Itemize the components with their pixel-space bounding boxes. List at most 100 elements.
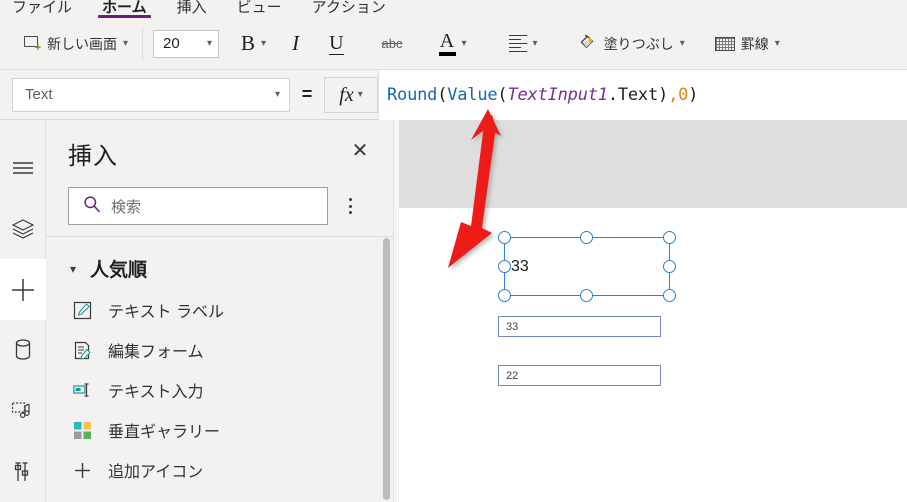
ribbon-group-screen: + 新しい画面 ▾ bbox=[0, 18, 136, 69]
add-icon bbox=[72, 460, 92, 480]
border-label: 罫線 bbox=[740, 35, 769, 52]
italic-button[interactable]: I bbox=[284, 28, 307, 60]
paint-bucket-icon bbox=[578, 32, 598, 55]
fill-label: 塗りつぶし bbox=[603, 35, 674, 52]
powerapps-studio-window: ファイル ホーム 挿入 ビュー アクション + 新しい画面 ▾ 20 ▾ B ▾… bbox=[0, 0, 907, 502]
resize-handle-middle-right[interactable] bbox=[663, 259, 676, 273]
font-size-value: 20 bbox=[163, 35, 180, 52]
text-input-2-value: 22 bbox=[506, 369, 519, 382]
search-input[interactable]: 検索 bbox=[68, 187, 328, 225]
canvas-top-band bbox=[394, 120, 907, 208]
rail-item-hamburger-menu[interactable] bbox=[0, 138, 46, 199]
ribbon-tab-strip: ファイル ホーム 挿入 ビュー アクション bbox=[0, 0, 907, 18]
rail-item-media[interactable] bbox=[0, 381, 46, 442]
formula-token-paren2: ( bbox=[497, 84, 508, 105]
hamburger-menu-icon bbox=[12, 161, 34, 175]
list-item-text-input[interactable]: テキスト入力 bbox=[46, 370, 393, 410]
bold-button[interactable]: B ▾ bbox=[233, 28, 274, 60]
underline-button[interactable]: U bbox=[321, 28, 351, 60]
list-item-edit-form[interactable]: 編集フォーム bbox=[46, 330, 393, 370]
resize-handle-middle-left[interactable] bbox=[498, 259, 511, 273]
formula-bar: Text ▾ = fx ▾ Round(Value(TextInput1 .Tex… bbox=[0, 69, 907, 120]
chevron-down-icon: ▾ bbox=[532, 37, 538, 49]
close-icon[interactable]: ✕ bbox=[349, 140, 371, 162]
more-options-icon[interactable] bbox=[332, 187, 368, 225]
plus-icon bbox=[10, 277, 36, 303]
resize-handle-bottom-center[interactable] bbox=[580, 289, 593, 302]
chevron-down-icon: ▾ bbox=[679, 37, 685, 49]
chevron-down-icon: ▾ bbox=[123, 37, 129, 49]
chevron-down-icon: ▾ bbox=[357, 88, 363, 100]
ribbon-separator bbox=[142, 26, 144, 61]
new-screen-label: 新しい画面 bbox=[47, 35, 117, 52]
list-item-rectangle[interactable]: 四角形 bbox=[46, 490, 393, 502]
rail-item-advanced-tools[interactable] bbox=[0, 441, 46, 502]
fx-button[interactable]: fx ▾ bbox=[324, 76, 378, 113]
ribbon-tab-view[interactable]: ビュー bbox=[237, 0, 282, 18]
chevron-down-icon: ▾ bbox=[261, 37, 267, 49]
insert-panel-header: 挿入 ✕ bbox=[46, 120, 393, 182]
resize-handle-top-right[interactable] bbox=[663, 231, 676, 244]
chevron-down-icon: ▾ bbox=[461, 37, 467, 49]
font-size-select[interactable]: 20 ▾ bbox=[153, 29, 220, 58]
formula-token-paren1: ( bbox=[437, 84, 448, 105]
rail-item-insert[interactable] bbox=[0, 259, 46, 321]
fill-button[interactable]: 塗りつぶし ▾ bbox=[570, 28, 693, 60]
ribbon-tab-file[interactable]: ファイル bbox=[12, 0, 72, 18]
formula-token-property: .Text bbox=[607, 84, 659, 105]
canvas-left-strip bbox=[394, 120, 399, 502]
formula-token-control: TextInput1 bbox=[507, 84, 608, 105]
align-button[interactable]: ▾ bbox=[501, 28, 546, 60]
italic-icon: I bbox=[292, 31, 300, 55]
chevron-down-icon: ▾ bbox=[207, 37, 213, 49]
chevron-down-icon: ▾ bbox=[70, 261, 77, 276]
list-item-text-label[interactable]: テキスト ラベル bbox=[46, 290, 393, 330]
rail-item-data[interactable] bbox=[0, 320, 46, 381]
resize-handle-bottom-left[interactable] bbox=[498, 289, 511, 302]
ribbon-tab-action[interactable]: アクション bbox=[312, 0, 386, 18]
resize-handle-top-center[interactable] bbox=[580, 231, 593, 244]
panel-title: 挿入 bbox=[68, 143, 118, 170]
list-item-label: テキスト入力 bbox=[108, 384, 204, 401]
bold-icon: B bbox=[241, 31, 256, 55]
text-input-2[interactable]: 22 bbox=[498, 365, 661, 386]
ribbon-group-font: 20 ▾ B ▾ I U abc A ▾ ▾ 塗りつぶし ▾ 罫線 ▾ bbox=[149, 18, 788, 69]
insert-item-list: ▾ 人気順 テキスト ラベル 編集フォーム テキスト入力 垂直ギャラリー 追加ア… bbox=[46, 237, 393, 502]
chevron-down-icon: ▾ bbox=[274, 88, 280, 100]
panel-scrollbar[interactable] bbox=[383, 238, 390, 500]
formula-token-comma: , bbox=[668, 84, 679, 105]
selected-label-control[interactable]: 33 bbox=[498, 231, 676, 302]
app-canvas[interactable]: 33 33 22 bbox=[394, 120, 907, 502]
list-item-label: テキスト ラベル bbox=[108, 304, 224, 321]
database-icon bbox=[13, 338, 33, 362]
ribbon-toolbar: + 新しい画面 ▾ 20 ▾ B ▾ I U abc A ▾ ▾ 塗りつぶし ▾… bbox=[0, 18, 907, 70]
ribbon-tab-home[interactable]: ホーム bbox=[98, 0, 151, 18]
property-select[interactable]: Text ▾ bbox=[12, 77, 290, 112]
media-icon bbox=[11, 400, 35, 422]
new-screen-icon: + bbox=[24, 36, 41, 54]
strikethrough-icon: abc bbox=[381, 36, 403, 51]
font-color-button[interactable]: A ▾ bbox=[431, 28, 475, 60]
list-item-vertical-gallery[interactable]: 垂直ギャラリー bbox=[46, 410, 393, 450]
group-header-label: 人気順 bbox=[90, 260, 148, 281]
group-header-popular[interactable]: ▾ 人気順 bbox=[46, 247, 393, 290]
font-color-letter: A bbox=[439, 30, 455, 52]
text-input-1[interactable]: 33 bbox=[498, 316, 661, 337]
border-button[interactable]: 罫線 ▾ bbox=[707, 28, 788, 60]
search-icon bbox=[83, 195, 101, 218]
fx-icon: fx bbox=[339, 83, 354, 106]
font-color-icon: A bbox=[438, 30, 456, 56]
rail-item-tree-view[interactable] bbox=[0, 199, 46, 260]
list-item-label: 垂直ギャラリー bbox=[108, 424, 221, 441]
strikethrough-button[interactable]: abc bbox=[374, 28, 411, 60]
formula-input[interactable]: Round(Value(TextInput1 .Text), 0) bbox=[378, 69, 907, 120]
ribbon-tab-insert[interactable]: 挿入 bbox=[177, 0, 207, 18]
new-screen-button[interactable]: + 新しい画面 ▾ bbox=[16, 28, 136, 60]
search-row: 検索 bbox=[46, 182, 393, 230]
equals-sign: = bbox=[301, 84, 313, 104]
list-item-add-icon[interactable]: 追加アイコン bbox=[46, 450, 393, 490]
list-item-label: 追加アイコン bbox=[108, 464, 204, 481]
layers-icon bbox=[11, 218, 35, 240]
resize-handle-bottom-right[interactable] bbox=[663, 289, 676, 302]
resize-handle-top-left[interactable] bbox=[498, 231, 511, 244]
